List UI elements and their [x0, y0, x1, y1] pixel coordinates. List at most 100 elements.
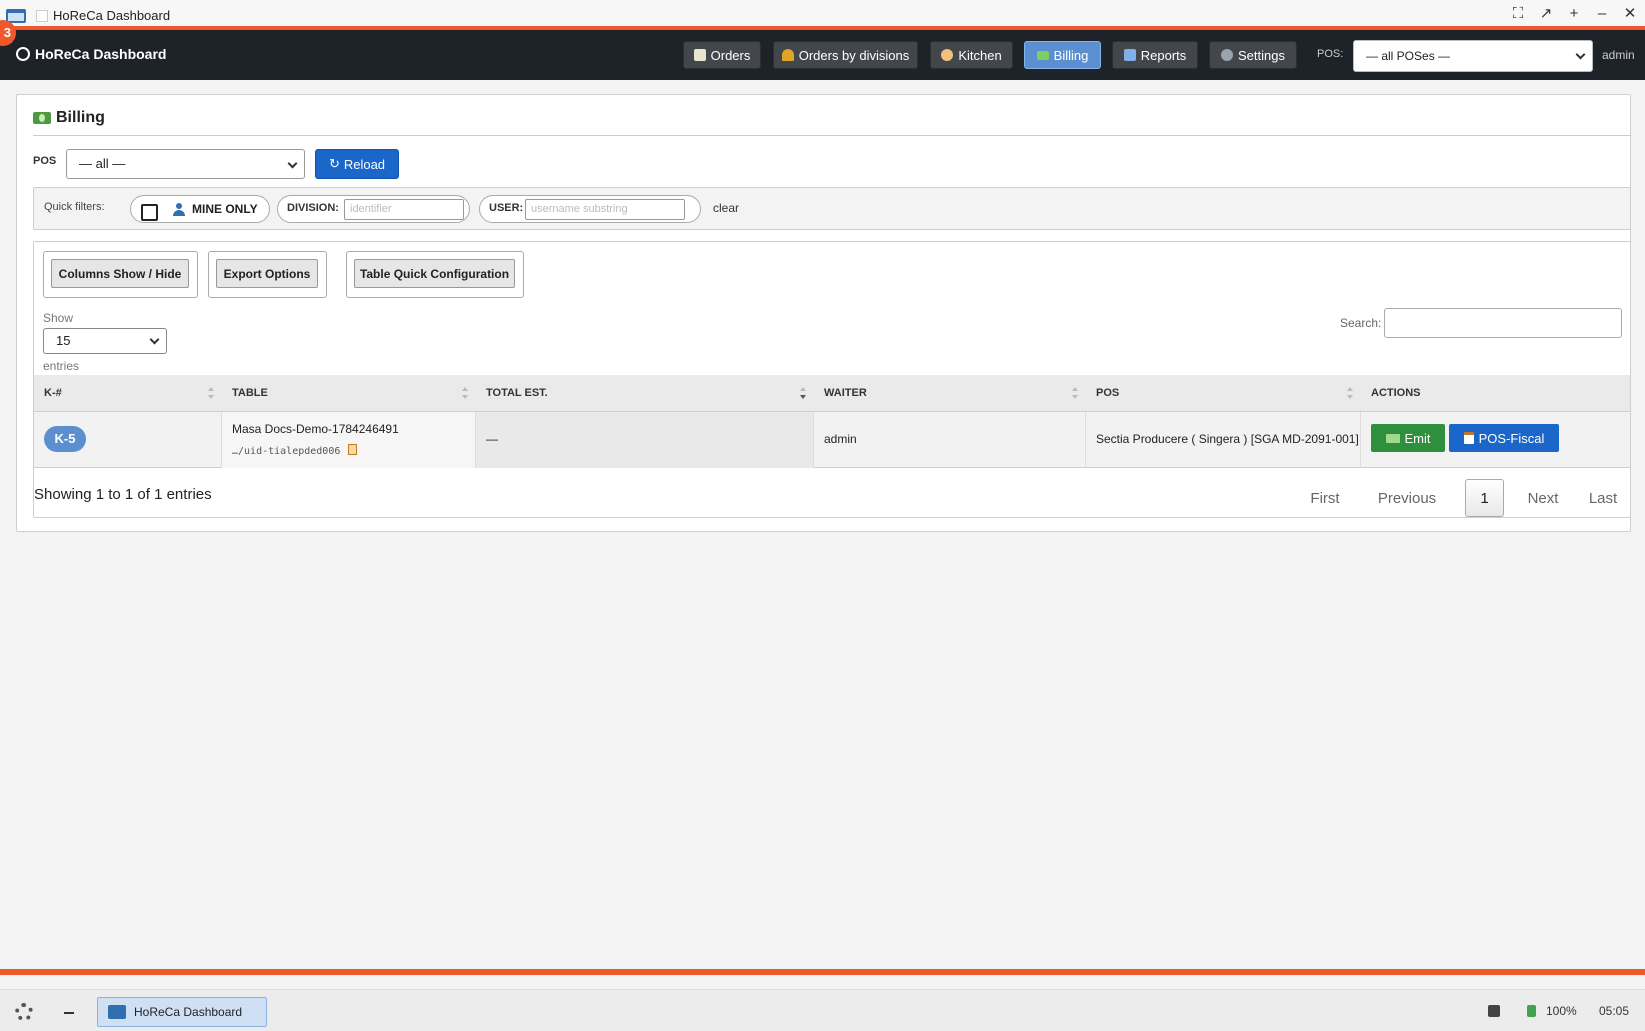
maximize-icon[interactable]: + — [1565, 5, 1583, 23]
column-header-label: ACTIONS — [1371, 387, 1421, 399]
column-header-label: TOTAL EST. — [486, 387, 548, 399]
clipboard-icon — [1463, 432, 1474, 444]
pos-fiscal-button[interactable]: POS-Fiscal — [1449, 424, 1559, 452]
table-quick-config-button[interactable]: Table Quick Configuration — [354, 259, 515, 288]
pos-filter-selected-value: — all — — [79, 156, 126, 171]
column-header-k[interactable]: K-# — [34, 375, 222, 412]
money-icon — [1385, 433, 1400, 443]
reload-button[interactable]: ↻ Reload — [315, 149, 399, 179]
page-icon — [36, 10, 48, 22]
battery-icon[interactable] — [1527, 1005, 1536, 1017]
pos-filter-label: POS — [33, 155, 57, 167]
user-filter-input[interactable]: username substring — [525, 199, 685, 220]
billing-table-panel: Columns Show / Hide Export Options Table… — [33, 241, 1631, 518]
pagination-last[interactable]: Last — [1582, 479, 1624, 517]
page-size-select[interactable]: 15 — [43, 328, 167, 354]
nav-reports-button[interactable]: Reports — [1112, 41, 1198, 69]
money-icon — [1036, 50, 1049, 60]
taskbar-item[interactable]: HoReCa Dashboard — [97, 997, 267, 1027]
billing-card: Billing POS — all — ↻ Reload Quick filte… — [16, 94, 1631, 532]
cell-table: Masa Docs-Demo-1784246491 …/uid-tialepde… — [222, 412, 476, 468]
folder-icon — [108, 1005, 126, 1019]
mine-only-filter[interactable]: MINE ONLY — [130, 195, 270, 223]
os-window-titlebar: HoReCa Dashboard ⛶ ↗ + – ✕ — [0, 0, 1645, 30]
dish-icon — [16, 47, 30, 61]
nav-orders-by-divisions-button[interactable]: Orders by divisions — [773, 41, 918, 69]
page-size-value: 15 — [56, 333, 71, 348]
page-title: Billing — [33, 109, 105, 127]
pagination-previous[interactable]: Previous — [1367, 479, 1447, 517]
brand-label: HoReCa Dashboard — [35, 46, 167, 62]
sort-icon — [462, 387, 468, 401]
division-filter-input[interactable]: identifier — [344, 199, 464, 220]
pagination-page-1[interactable]: 1 — [1465, 479, 1504, 517]
table-info: Showing 1 to 1 of 1 entries — [34, 486, 212, 503]
window-title: HoReCa Dashboard — [53, 8, 171, 23]
minimize-icon[interactable]: – — [1593, 5, 1611, 23]
cell-waiter: admin — [814, 412, 1086, 468]
search-input[interactable] — [1384, 308, 1622, 338]
fullscreen-icon[interactable]: ⛶ — [1509, 5, 1527, 23]
column-header-label: POS — [1096, 387, 1120, 399]
pos-filter-select[interactable]: — all — — [66, 149, 305, 179]
quick-filters-label: Quick filters: — [44, 201, 105, 213]
emit-button[interactable]: Emit — [1371, 424, 1445, 452]
sort-icon — [1072, 387, 1078, 401]
nav-settings-button[interactable]: Settings — [1209, 41, 1297, 69]
refresh-icon: ↻ — [328, 156, 340, 171]
total-est-value: — — [486, 432, 498, 446]
nav-orders-label: Orders — [710, 47, 751, 63]
nav-settings-label: Settings — [1238, 47, 1285, 63]
nav-billing-button[interactable]: Billing — [1024, 41, 1101, 69]
user-filter-label: USER: — [489, 202, 524, 214]
close-icon[interactable]: ✕ — [1621, 5, 1639, 23]
column-header-label: WAITER — [824, 387, 867, 399]
column-header-table[interactable]: TABLE — [222, 375, 476, 412]
nav-pos-select[interactable]: — all POSes — — [1353, 40, 1593, 72]
table-header: K-# TABLE TOTAL EST. WAITER POS ACTIONS — [34, 375, 1630, 412]
column-header-waiter[interactable]: WAITER — [814, 375, 1086, 412]
table-uid: …/uid-tialepded006 — [232, 444, 358, 457]
sort-icon — [208, 387, 214, 401]
nav-reports-label: Reports — [1140, 47, 1187, 63]
nav-kitchen-button[interactable]: Kitchen — [930, 41, 1013, 69]
divider — [33, 135, 1631, 136]
brand[interactable]: HoReCa Dashboard — [16, 46, 166, 62]
quick-filters-bar: Quick filters: MINE ONLY DIVISION: ident… — [33, 187, 1631, 230]
chevron-down-icon — [287, 158, 298, 169]
config-toolbar-group: Table Quick Configuration — [346, 251, 524, 298]
columns-show-hide-button[interactable]: Columns Show / Hide — [51, 259, 189, 288]
columns-toolbar-group: Columns Show / Hide — [43, 251, 198, 298]
minimize-all-icon[interactable] — [64, 1012, 74, 1014]
column-header-actions: ACTIONS — [1361, 375, 1630, 412]
network-icon[interactable] — [1488, 1005, 1500, 1017]
chart-icon — [1123, 49, 1136, 61]
gear-icon[interactable] — [15, 1003, 33, 1021]
taskbar-item-label: HoReCa Dashboard — [134, 1005, 243, 1019]
k-badge[interactable]: K-5 — [44, 426, 86, 452]
user-filter: USER: username substring — [479, 195, 701, 223]
nav-kitchen-label: Kitchen — [958, 47, 1002, 63]
pagination-first[interactable]: First — [1300, 479, 1350, 517]
waiter-value: admin — [824, 432, 857, 446]
table-row: K-5 Masa Docs-Demo-1784246491 …/uid-tial… — [34, 412, 1630, 468]
column-header-total-est[interactable]: TOTAL EST. — [476, 375, 814, 412]
division-filter: DIVISION: identifier — [277, 195, 470, 223]
restore-icon[interactable]: ↗ — [1537, 5, 1555, 23]
clock[interactable]: 05:05 — [1599, 1004, 1629, 1018]
bell-icon — [781, 49, 794, 61]
page-title-label: Billing — [56, 109, 105, 126]
clipboard-icon[interactable] — [348, 444, 358, 455]
mine-only-checkbox[interactable] — [141, 204, 158, 221]
pagination-next[interactable]: Next — [1518, 479, 1568, 517]
column-header-pos[interactable]: POS — [1086, 375, 1361, 412]
cell-k: K-5 — [34, 412, 222, 468]
sort-icon — [1347, 387, 1353, 401]
nav-orders-button[interactable]: Orders — [683, 41, 761, 69]
current-user[interactable]: admin — [1602, 48, 1635, 62]
export-options-button[interactable]: Export Options — [216, 259, 318, 288]
gear-icon — [1221, 49, 1233, 61]
cell-total-est: — — [476, 412, 814, 468]
clear-filters-link[interactable]: clear — [713, 201, 739, 215]
column-header-label: K-# — [44, 387, 62, 399]
